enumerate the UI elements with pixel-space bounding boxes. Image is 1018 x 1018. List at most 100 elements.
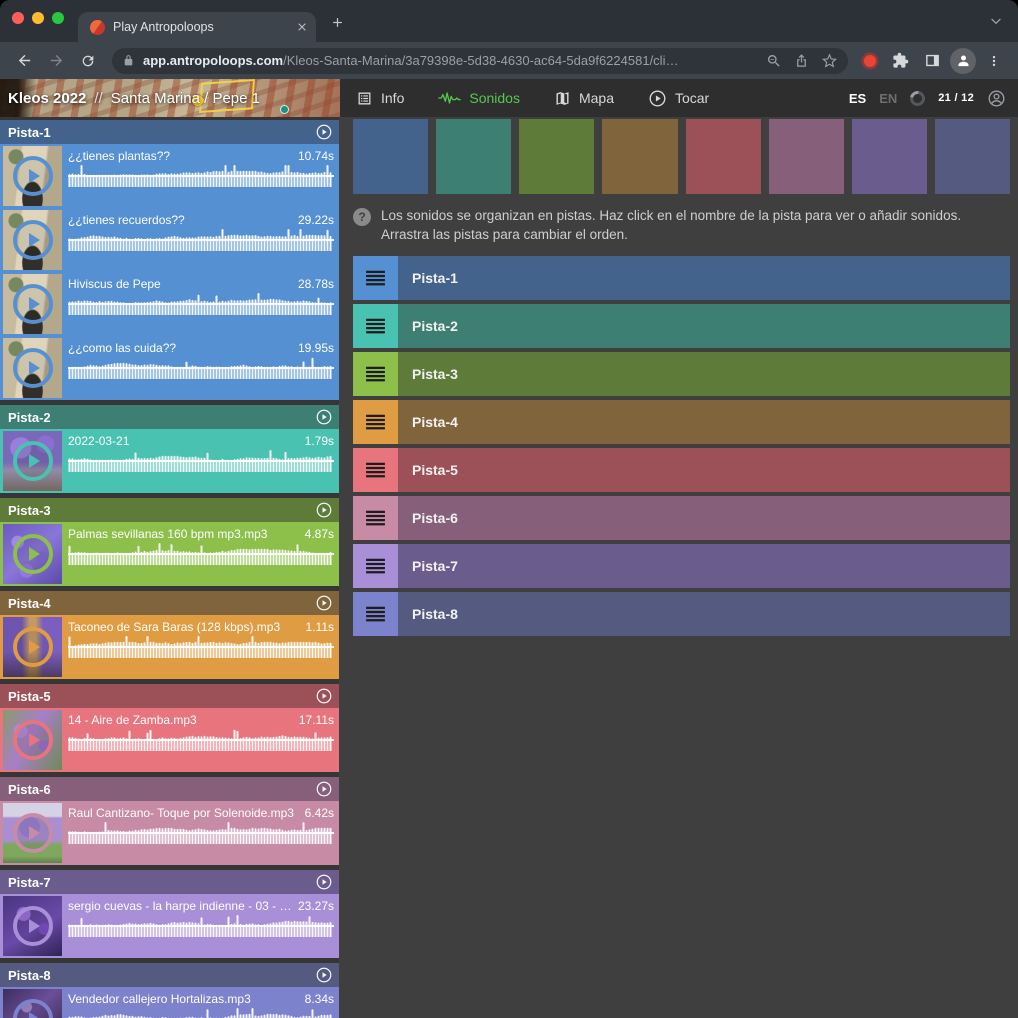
track-row-body[interactable]: Pista-6 bbox=[398, 496, 1010, 540]
browser-menu-kebab-icon[interactable] bbox=[980, 48, 1008, 74]
nav-mapa[interactable]: Mapa bbox=[554, 90, 614, 107]
track-play-icon[interactable] bbox=[315, 966, 333, 984]
track-row-body[interactable]: Pista-7 bbox=[398, 544, 1010, 588]
browser-tab[interactable]: Play Antropoloops bbox=[78, 12, 316, 42]
breadcrumb-project[interactable]: Kleos 2022 bbox=[8, 90, 86, 107]
track-row[interactable]: Pista-6 bbox=[353, 496, 1010, 540]
track-row-body[interactable]: Pista-4 bbox=[398, 400, 1010, 444]
track-row[interactable]: Pista-2 bbox=[353, 304, 1010, 348]
track-play-icon[interactable] bbox=[315, 501, 333, 519]
track-header[interactable]: Pista-4 bbox=[0, 591, 339, 615]
track-play-icon[interactable] bbox=[315, 687, 333, 705]
track-color-cell[interactable] bbox=[602, 119, 677, 194]
zoom-out-icon[interactable] bbox=[766, 53, 782, 69]
breadcrumb-page[interactable]: Santa Marina / Pepe 1 bbox=[111, 90, 260, 107]
track-header[interactable]: Pista-8 bbox=[0, 963, 339, 987]
track-row-body[interactable]: Pista-2 bbox=[398, 304, 1010, 348]
track-row-label[interactable]: Pista-7 bbox=[412, 558, 458, 574]
track-color-cell[interactable] bbox=[686, 119, 761, 194]
track-drag-handle-icon[interactable] bbox=[353, 400, 398, 444]
track-drag-handle-icon[interactable] bbox=[353, 256, 398, 300]
sound-clip[interactable]: Hiviscus de Pepe28.78s bbox=[0, 272, 339, 336]
track-drag-handle-icon[interactable] bbox=[353, 352, 398, 396]
track-row[interactable]: Pista-8 bbox=[353, 592, 1010, 636]
track-row-label[interactable]: Pista-2 bbox=[412, 318, 458, 334]
bookmark-star-icon[interactable] bbox=[821, 52, 838, 69]
track-color-cell[interactable] bbox=[519, 119, 594, 194]
sound-clip[interactable]: sergio cuevas - la harpe indienne - 03 -… bbox=[0, 894, 339, 958]
sound-clip[interactable]: ¿¿como las cuida??19.95s bbox=[0, 336, 339, 400]
track-drag-handle-icon[interactable] bbox=[353, 448, 398, 492]
tab-close-icon[interactable] bbox=[296, 21, 308, 33]
track-color-cell[interactable] bbox=[436, 119, 511, 194]
sound-clip[interactable]: Raul Cantizano- Toque por Solenoide.mp36… bbox=[0, 801, 339, 865]
track-row-label[interactable]: Pista-5 bbox=[412, 462, 458, 478]
track-header[interactable]: Pista-3 bbox=[0, 498, 339, 522]
track-play-icon[interactable] bbox=[315, 123, 333, 141]
profile-avatar[interactable] bbox=[950, 48, 976, 74]
share-icon[interactable] bbox=[794, 53, 809, 68]
zoom-window-button[interactable] bbox=[52, 12, 64, 24]
track-row-label[interactable]: Pista-1 bbox=[412, 270, 458, 286]
track-row-label[interactable]: Pista-4 bbox=[412, 414, 458, 430]
track-row[interactable]: Pista-1 bbox=[353, 256, 1010, 300]
sound-clip[interactable]: 2022-03-211.79s bbox=[0, 429, 339, 493]
clip-play-icon[interactable] bbox=[13, 284, 53, 324]
clip-play-icon[interactable] bbox=[13, 348, 53, 388]
track-header[interactable]: Pista-5 bbox=[0, 684, 339, 708]
track-row-body[interactable]: Pista-8 bbox=[398, 592, 1010, 636]
track-header[interactable]: Pista-6 bbox=[0, 777, 339, 801]
track-header[interactable]: Pista-1 bbox=[0, 120, 339, 144]
account-icon[interactable] bbox=[987, 89, 1006, 108]
track-drag-handle-icon[interactable] bbox=[353, 496, 398, 540]
track-play-icon[interactable] bbox=[315, 594, 333, 612]
sound-clip[interactable]: ¿¿tienes recuerdos??29.22s bbox=[0, 208, 339, 272]
track-row-label[interactable]: Pista-6 bbox=[412, 510, 458, 526]
record-extension-icon[interactable] bbox=[864, 55, 876, 67]
track-play-icon[interactable] bbox=[315, 873, 333, 891]
clip-play-icon[interactable] bbox=[13, 534, 53, 574]
address-bar[interactable]: app.antropoloops.com/Kleos-Santa-Marina/… bbox=[112, 48, 848, 74]
track-drag-handle-icon[interactable] bbox=[353, 592, 398, 636]
track-color-cell[interactable] bbox=[769, 119, 844, 194]
clip-play-icon[interactable] bbox=[13, 813, 53, 853]
track-color-cell[interactable] bbox=[353, 119, 428, 194]
nav-sonidos[interactable]: Sonidos bbox=[438, 90, 520, 106]
sound-clip[interactable]: Taconeo de Sara Baras (128 kbps).mp31.11… bbox=[0, 615, 339, 679]
tab-search-chevron-icon[interactable] bbox=[988, 13, 1004, 29]
sound-clip[interactable]: Vendedor callejero Hortalizas.mp38.34s bbox=[0, 987, 339, 1018]
track-color-cell[interactable] bbox=[935, 119, 1010, 194]
reload-icon[interactable] bbox=[74, 48, 102, 74]
track-play-icon[interactable] bbox=[315, 780, 333, 798]
track-row[interactable]: Pista-5 bbox=[353, 448, 1010, 492]
clip-play-icon[interactable] bbox=[13, 220, 53, 260]
minimize-window-button[interactable] bbox=[32, 12, 44, 24]
new-tab-icon[interactable] bbox=[330, 15, 345, 30]
extensions-puzzle-icon[interactable] bbox=[886, 48, 914, 74]
back-icon[interactable] bbox=[10, 48, 38, 74]
forward-icon[interactable] bbox=[42, 48, 70, 74]
track-row[interactable]: Pista-7 bbox=[353, 544, 1010, 588]
clip-play-icon[interactable] bbox=[13, 906, 53, 946]
track-drag-handle-icon[interactable] bbox=[353, 304, 398, 348]
sound-clip[interactable]: Palmas sevillanas 160 bpm mp3.mp34.87s bbox=[0, 522, 339, 586]
track-row[interactable]: Pista-4 bbox=[353, 400, 1010, 444]
clip-play-icon[interactable] bbox=[13, 156, 53, 196]
clip-play-icon[interactable] bbox=[13, 441, 53, 481]
language-en-button[interactable]: EN bbox=[879, 91, 897, 106]
clip-play-icon[interactable] bbox=[13, 720, 53, 760]
sound-clip[interactable]: 14 - Aire de Zamba.mp317.11s bbox=[0, 708, 339, 772]
track-row[interactable]: Pista-3 bbox=[353, 352, 1010, 396]
track-row-body[interactable]: Pista-5 bbox=[398, 448, 1010, 492]
track-row-body[interactable]: Pista-3 bbox=[398, 352, 1010, 396]
track-row-body[interactable]: Pista-1 bbox=[398, 256, 1010, 300]
nav-tocar[interactable]: Tocar bbox=[648, 89, 709, 108]
track-drag-handle-icon[interactable] bbox=[353, 544, 398, 588]
clip-play-icon[interactable] bbox=[13, 627, 53, 667]
clip-play-icon[interactable] bbox=[13, 999, 53, 1018]
sound-clip[interactable]: ¿¿tienes plantas??10.74s bbox=[0, 144, 339, 208]
map-thumbnail[interactable]: Kleos 2022 // Santa Marina / Pepe 1 bbox=[0, 79, 340, 117]
language-es-button[interactable]: ES bbox=[849, 91, 866, 106]
side-panel-icon[interactable] bbox=[918, 48, 946, 74]
track-header[interactable]: Pista-7 bbox=[0, 870, 339, 894]
